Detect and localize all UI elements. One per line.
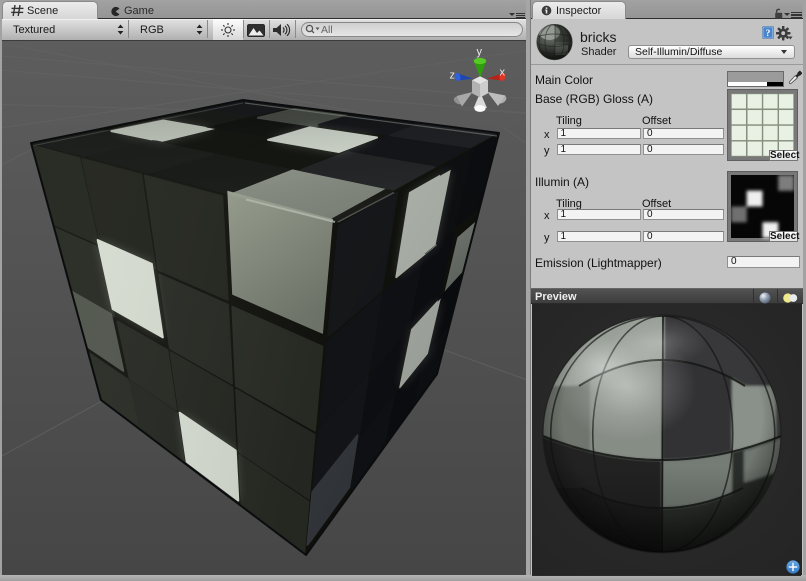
svg-text:?: ? <box>766 29 771 39</box>
svg-text:x: x <box>500 67 506 79</box>
svg-text:z: z <box>450 70 456 82</box>
svg-text:y: y <box>477 46 483 58</box>
